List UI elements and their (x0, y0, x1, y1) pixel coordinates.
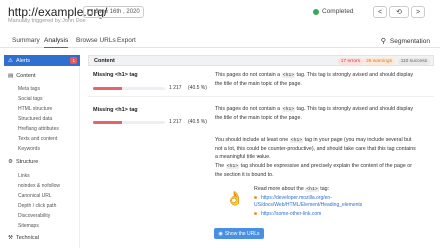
sidebar-item-discoverability[interactable]: Discoverability (18, 213, 50, 219)
status-badge: Completed (313, 8, 353, 15)
text: This pages do not contain a (215, 72, 282, 78)
button-label: Show the URLs (224, 230, 260, 237)
tab-bar: Summary Analysis Browse URLs Export ⚲ Se… (0, 33, 440, 48)
sidebar-item-sitemaps[interactable]: Sitemaps (18, 223, 39, 229)
issue-progress-bar (93, 87, 165, 90)
content-icon: ▤ (8, 73, 14, 79)
history-icon: ⟲ (396, 9, 402, 16)
issue-count: 1 217 (169, 85, 182, 91)
content-header: Content 17 errors 26 warnings 110 succes… (88, 55, 434, 66)
alerts-count-badge: 1 (70, 57, 77, 64)
divider (88, 96, 434, 97)
issue-description: This pages do not contain a <h1> tag. Th… (215, 105, 420, 122)
issue-title[interactable]: Missing <h1> tag (93, 107, 138, 113)
sidebar-section-structure[interactable]: ⚙ Structure (8, 159, 38, 165)
issue-count: 1 217 (169, 119, 182, 125)
issue-progress-bar (93, 121, 165, 124)
text: tag should be expressive and precisely e… (215, 163, 412, 178)
read-more-title: Read more about the <h1> tag: (254, 186, 329, 192)
main-panel: Content 17 errors 26 warnings 110 succes… (88, 55, 434, 248)
code-tag: <h1> (289, 138, 304, 143)
sidebar-item-depth[interactable]: Depth / click path (18, 203, 56, 209)
code-tag: <h1> (305, 187, 319, 192)
text: tag: (318, 186, 330, 192)
issue-advice: You should include at least one <h1> tag… (215, 136, 420, 161)
text: This pages do not contain a (215, 106, 282, 112)
sidebar-section-content[interactable]: ▤ Content (8, 73, 35, 79)
text: The (215, 163, 226, 169)
sidebar-item-texts-content[interactable]: Texts and content (18, 136, 57, 142)
success-badge[interactable]: 110 success (397, 58, 430, 65)
issue-advice: The <h1> tag should be expressive and pr… (215, 162, 420, 179)
text: Read more about the (254, 186, 306, 192)
sidebar-item-keywords[interactable]: Keywords (18, 146, 40, 152)
technical-icon: ⚒ (8, 235, 13, 241)
issue-percent: (40.5 %) (188, 85, 207, 91)
status-label: Completed (322, 8, 354, 15)
issue-progress-fill (93, 121, 123, 124)
sidebar-item-label: Alerts (15, 57, 30, 64)
sidebar-item-structured-data[interactable]: Structured data (18, 116, 52, 122)
sidebar-item-alerts[interactable]: ⚠ Alerts 1 (4, 55, 80, 66)
issue-progress-fill (93, 87, 123, 90)
sidebar-item-meta-tags[interactable]: Meta tags (18, 86, 40, 92)
sidebar: ⚠ Alerts 1 ▤ Content Meta tags Social ta… (0, 55, 80, 248)
segmentation-button[interactable]: ⚲ Segmentation (380, 37, 430, 46)
text: You should include at least one (215, 137, 290, 143)
issue-title[interactable]: Missing <h1> tag (93, 72, 138, 78)
sidebar-item-canonical[interactable]: Canonical URL (18, 193, 52, 199)
tab-summary[interactable]: Summary (12, 37, 40, 48)
next-button[interactable]: > (411, 6, 425, 18)
read-more-link[interactable]: https://some-other-link.com (254, 211, 424, 218)
filter-icon: ⚲ (380, 38, 386, 45)
calendar-icon (87, 9, 93, 15)
code-tag: <h1> (281, 73, 296, 78)
chevron-left-icon: < (377, 8, 383, 16)
bell-icon: ⚠ (8, 57, 13, 64)
show-urls-button[interactable]: ◉ Show the URLs (214, 228, 264, 239)
bullet-icon (254, 196, 257, 200)
structure-icon: ⚙ (8, 159, 13, 165)
tab-analysis[interactable]: Analysis (44, 37, 69, 48)
link-text[interactable]: https://some-other-link.com (261, 211, 321, 217)
read-more-link[interactable]: https://developer.mozilla.org/en-US/docs… (254, 195, 424, 209)
code-tag: <h1> (225, 164, 240, 169)
sidebar-item-html-structure[interactable]: HTML structure (18, 106, 52, 112)
issue-description: This pages do not contain a <h1> tag. Th… (215, 71, 420, 88)
segmentation-label: Segmentation (389, 37, 430, 45)
eye-icon: ◉ (218, 230, 223, 237)
sidebar-item-links[interactable]: Links (18, 173, 30, 179)
link-text[interactable]: https://developer.mozilla.org/en-US/docs… (254, 195, 362, 208)
ok-hand-icon: 👌 (226, 190, 244, 206)
sidebar-item-social-tags[interactable]: Social tags (18, 96, 42, 102)
issue-percent: (40.5 %) (188, 119, 207, 125)
history-button[interactable]: ⟲ (389, 6, 409, 18)
tab-browse-urls[interactable]: Browse URLs (76, 37, 116, 48)
bullet-icon (254, 212, 257, 216)
sidebar-section-technical[interactable]: ⚒ Technical (8, 235, 39, 241)
section-label: Content (16, 73, 36, 79)
errors-badge[interactable]: 17 errors (337, 58, 363, 65)
status-dot-icon (313, 8, 319, 15)
code-tag: <h1> (281, 107, 296, 112)
header: http://example.org/ June 16th , 2020 Man… (0, 0, 440, 30)
tab-export[interactable]: Export (117, 37, 136, 48)
content-title: Content (94, 58, 115, 64)
date-chip[interactable]: June 16th , 2020 (83, 6, 144, 18)
section-label: Structure (15, 159, 39, 165)
chevron-right-icon: > (415, 8, 421, 16)
warnings-badge[interactable]: 26 warnings (363, 58, 395, 65)
date-label: June 16th , 2020 (95, 9, 140, 15)
trigger-info: Manually triggered by John Doe (8, 18, 86, 24)
section-label: Technical (15, 235, 39, 241)
previous-button[interactable]: < (373, 6, 387, 18)
sidebar-item-noindex[interactable]: noindex & nofollow (18, 183, 60, 189)
sidebar-item-hreflang[interactable]: Hreflang attributes (18, 126, 59, 132)
